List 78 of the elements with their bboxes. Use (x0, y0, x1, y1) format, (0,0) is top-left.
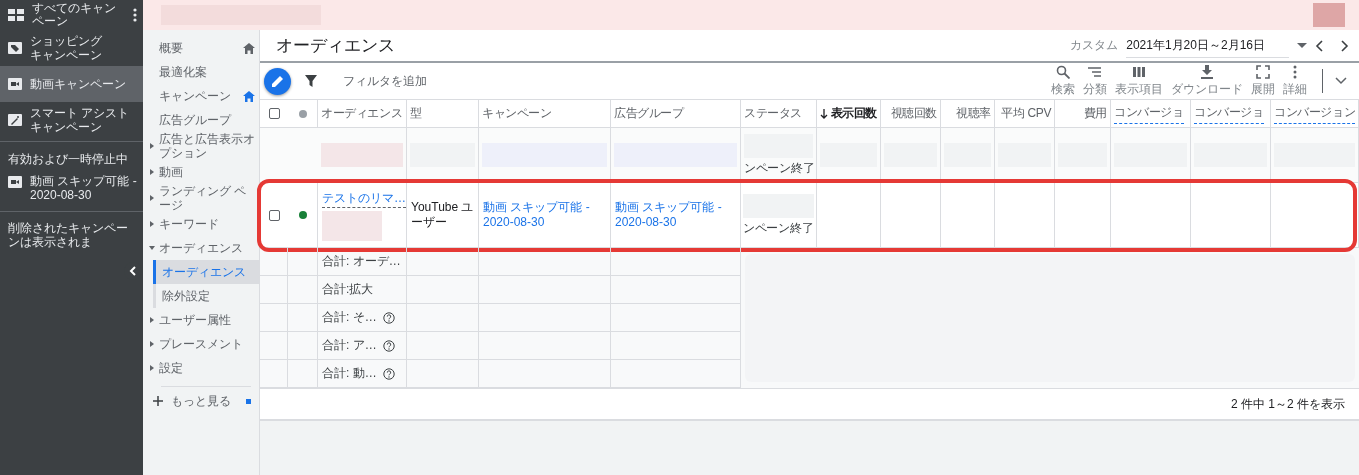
blurred-block (322, 210, 382, 241)
download-icon (1200, 64, 1214, 79)
segment-tool-button[interactable]: 分類 (1080, 64, 1110, 98)
nav-item[interactable]: キーワード (143, 212, 259, 236)
help-icon[interactable] (382, 339, 395, 352)
nav-item[interactable]: ユーザー属性 (143, 308, 259, 332)
table-cell: YouTube ユーザー (411, 200, 474, 230)
corners-icon (1256, 64, 1270, 79)
sidebar-title[interactable]: すべてのキャンペーン (32, 2, 125, 28)
caret-down-icon (149, 245, 155, 251)
filter-icon[interactable] (305, 75, 317, 87)
help-icon[interactable] (382, 311, 395, 324)
date-label: カスタム (1070, 37, 1119, 54)
nav-item[interactable]: オーディエンス (143, 236, 259, 260)
total-label: 合計:拡大 (322, 281, 374, 298)
page-title: オーディエンス (276, 35, 396, 57)
grid-icon (8, 9, 24, 21)
caret-right-icon (149, 169, 155, 175)
date-range-dropdown[interactable]: 2021年1月20日～2月16日 (1126, 33, 1289, 58)
audience-link[interactable]: テストのリマ… (322, 189, 406, 208)
total-label: 合計: 動… (322, 365, 377, 382)
total-label: 合計: そ… (322, 309, 377, 326)
chevron-left-icon (129, 266, 137, 276)
nav-item[interactable]: キャンペーン (143, 84, 259, 108)
columns-icon (1132, 64, 1146, 79)
nav-item[interactable]: 動画 (143, 160, 259, 184)
edit-button[interactable] (264, 67, 291, 95)
pencil-icon (270, 74, 285, 88)
status-dot-icon[interactable] (298, 109, 307, 118)
sidebar-item[interactable]: ショッピング キャンペーン (0, 30, 143, 66)
checkbox[interactable] (268, 209, 280, 221)
nav-item[interactable]: 設定 (143, 356, 259, 380)
columns-tool-button[interactable]: 表示項目 (1112, 64, 1166, 98)
status-text: ンペーン終了 (744, 159, 813, 177)
wand-icon (8, 114, 22, 126)
nav-item[interactable]: ランディング ページ (143, 184, 259, 212)
blurred-block (1313, 3, 1345, 27)
pagination-text: 2 件中 1～2 件を表示 (1230, 395, 1345, 413)
caret-right-icon (149, 317, 155, 323)
video-icon (8, 176, 22, 188)
ad-group-link[interactable]: 動画 スキップ可能 - 2020-08-30 (615, 200, 736, 230)
prev-icon[interactable] (1315, 39, 1323, 52)
sidebar-item[interactable]: スマート アシスト キャンペーン (0, 102, 143, 138)
search-tool-button[interactable]: 検索 (1048, 64, 1078, 98)
lines-icon (1088, 64, 1102, 79)
nav-item[interactable]: 広告グループ (143, 108, 259, 132)
nav-item[interactable]: プレースメント (143, 332, 259, 356)
next-icon[interactable] (1341, 39, 1349, 52)
caret-right-icon (149, 221, 155, 227)
more-link[interactable]: もっと見る (143, 391, 259, 411)
total-label: 合計: ア… (322, 337, 377, 354)
campaign-link[interactable]: 動画 スキップ可能 - 2020-08-30 (483, 200, 606, 230)
nav-item[interactable]: 概要 (143, 36, 259, 60)
section-label: 有効および一時停止中 (7, 151, 129, 168)
sidebar-item[interactable]: 動画キャンペーン (0, 66, 143, 102)
sidebar-note: 削除されたキャンペーンは表示されま (7, 220, 129, 251)
chevron-down-icon[interactable] (1335, 77, 1347, 85)
nav-subitem[interactable]: オーディエンス (153, 260, 259, 284)
caret-right-icon (149, 365, 155, 371)
caret-right-icon (149, 341, 155, 347)
help-icon[interactable] (382, 367, 395, 380)
nav-item[interactable]: 最適化案 (143, 60, 259, 84)
more-tool-button[interactable]: 詳細 (1280, 64, 1310, 98)
video-icon (8, 78, 22, 90)
search-icon (1056, 64, 1070, 79)
nav-item[interactable]: 広告と広告表示オプション (143, 132, 259, 160)
checkbox[interactable] (268, 108, 280, 119)
more-icon[interactable] (133, 8, 137, 22)
caret-right-icon (149, 195, 155, 201)
campaign-item[interactable]: 動画 スキップ可能 - 2020-08-30 (0, 168, 143, 208)
status-text: ンペーン終了 (743, 219, 814, 237)
download-tool-button[interactable]: ダウンロード (1168, 64, 1246, 98)
caret-right-icon (149, 143, 155, 149)
dropdown-icon[interactable] (1297, 43, 1307, 48)
plus-icon (153, 396, 163, 406)
expand-tool-button[interactable]: 展開 (1248, 64, 1278, 98)
tag-icon (8, 42, 22, 54)
total-label: 合計: オーデ… (322, 253, 401, 270)
